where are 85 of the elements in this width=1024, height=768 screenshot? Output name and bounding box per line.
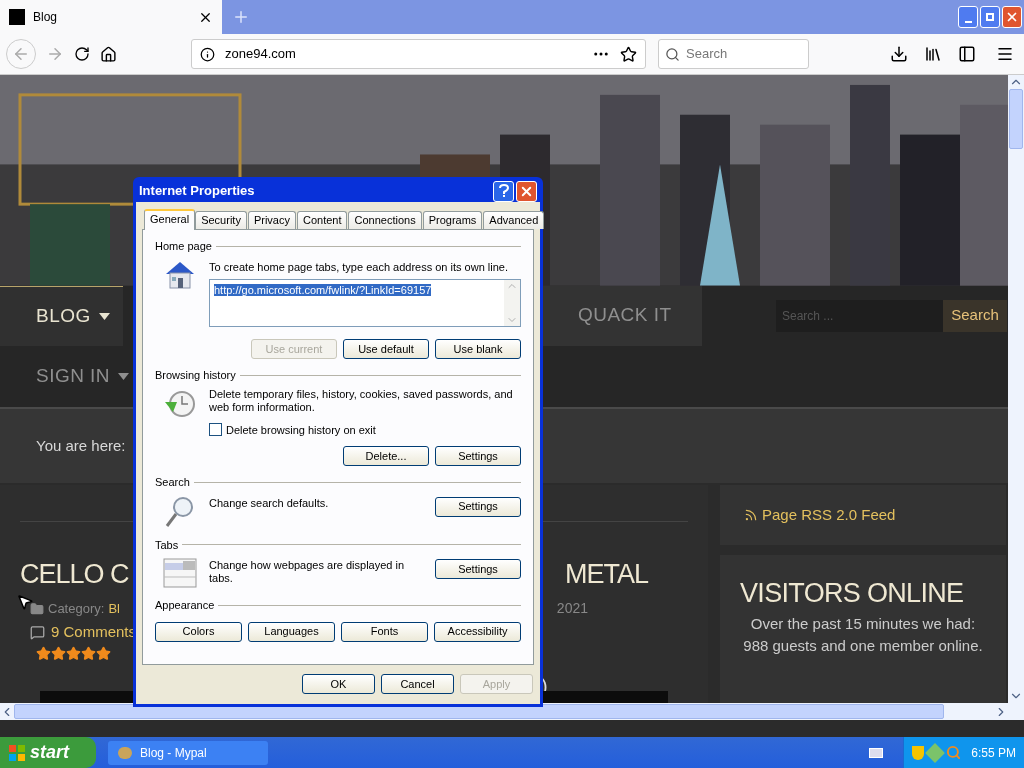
- library-icon[interactable]: [924, 45, 942, 63]
- section-title: Tabs: [155, 537, 179, 553]
- tab-title: Blog: [33, 9, 59, 26]
- dialog-button[interactable]: Settings: [435, 446, 521, 466]
- checkbox[interactable]: [209, 423, 222, 437]
- checkbox-label: Delete browsing history on exit: [226, 422, 376, 438]
- section-text: Change search defaults.: [209, 495, 330, 510]
- dialog-tab[interactable]: Content: [296, 211, 348, 229]
- mouse-pointer-icon: [16, 593, 34, 611]
- star-icon: [66, 645, 81, 661]
- dialog-button[interactable]: Use blank: [435, 339, 521, 359]
- download-icon[interactable]: [890, 45, 908, 63]
- caret-icon: [98, 312, 110, 320]
- home-page-field[interactable]: http://go.microsoft.com/fwlink/?LinkId=69157: [209, 279, 521, 327]
- sidebar-icon[interactable]: [958, 45, 976, 63]
- app-icon: [118, 746, 132, 759]
- dialog-button[interactable]: Accessibility: [434, 621, 521, 642]
- dialog-button[interactable]: Settings: [435, 496, 521, 517]
- search-field[interactable]: Search: [658, 39, 809, 69]
- browser-tab[interactable]: Blog: [0, 0, 222, 34]
- dialog-button[interactable]: Delete...: [343, 446, 429, 466]
- dialog-tab[interactable]: Advanced: [483, 211, 545, 229]
- caret-icon: [118, 372, 130, 380]
- section-title: Search: [155, 475, 190, 490]
- dialog-button[interactable]: Settings: [435, 559, 521, 579]
- clock: 6:55 PM: [971, 744, 1016, 762]
- dialog-tab[interactable]: Connections: [348, 211, 422, 229]
- folder-icon: [30, 601, 44, 616]
- close-window-icon[interactable]: [1002, 6, 1022, 28]
- menu-icon[interactable]: [996, 45, 1014, 63]
- dialog-button[interactable]: Use default: [343, 339, 429, 359]
- restore-icon[interactable]: [980, 6, 1000, 28]
- dialog-button[interactable]: Fonts: [341, 621, 428, 642]
- rss-icon: [744, 508, 758, 523]
- star-icon: [36, 645, 51, 661]
- bookmark-star-icon[interactable]: [620, 45, 637, 63]
- section-title: Appearance: [155, 598, 215, 613]
- search-placeholder: Search: [686, 45, 728, 64]
- dialog-button[interactable]: Cancel: [381, 674, 454, 694]
- star-icon: [51, 645, 66, 661]
- vertical-scrollbar[interactable]: [1008, 75, 1024, 720]
- dialog-tab[interactable]: Programs: [422, 211, 483, 229]
- dialog-tab[interactable]: Privacy: [247, 211, 296, 229]
- address-bar[interactable]: zone94.com: [191, 39, 646, 69]
- help-icon[interactable]: [493, 180, 514, 202]
- search-icon: [665, 46, 680, 62]
- site-search-button[interactable]: Search: [943, 299, 1007, 332]
- site-favicon-icon: [9, 9, 25, 25]
- star-icon: [96, 645, 111, 661]
- close-icon[interactable]: [516, 180, 537, 202]
- dialog-button[interactable]: OK: [302, 674, 375, 694]
- visitors-title: VISITORS ONLINE: [740, 577, 965, 611]
- comments-link[interactable]: 9 Comments: [51, 621, 137, 644]
- home-icon[interactable]: [100, 45, 117, 63]
- post-date: 2021: [556, 599, 588, 619]
- section-title: Home page: [155, 239, 212, 254]
- visitors-text: Over the past 15 minutes we had: 988 guests and one member online.: [742, 613, 984, 656]
- rss-link[interactable]: Page RSS 2.0 Feed: [762, 503, 896, 527]
- minimize-icon[interactable]: [958, 6, 978, 28]
- breadcrumb-label: You are here:: [36, 435, 126, 456]
- start-button[interactable]: start: [0, 737, 96, 768]
- dialog-tab[interactable]: General: [144, 209, 196, 230]
- category-label: Category:: [48, 599, 105, 618]
- post-title: CELLO C: [20, 560, 129, 588]
- dialog-button[interactable]: Languages: [248, 621, 335, 642]
- tabs-icon: [163, 557, 197, 589]
- dialog-tab[interactable]: Security: [195, 211, 247, 229]
- reload-icon[interactable]: [74, 46, 90, 62]
- section-text: To create home page tabs, type each address on its own line.: [209, 259, 509, 275]
- scrollbar-thumb[interactable]: [1009, 89, 1023, 149]
- post-title: METAL: [565, 560, 648, 588]
- category-link[interactable]: Bl: [108, 598, 120, 619]
- address-text: zone94.com: [225, 45, 297, 64]
- taskbar-task[interactable]: Blog - Mypal: [108, 740, 268, 765]
- section-text: Change how webpages are displayed in tabs.: [209, 558, 406, 585]
- star-icon: [81, 645, 96, 661]
- dialog-button[interactable]: Colors: [155, 621, 242, 642]
- windows-logo-icon: [8, 743, 26, 762]
- comment-icon: [30, 624, 45, 640]
- section-title: Browsing history: [155, 368, 236, 383]
- keyboard-icon[interactable]: [869, 747, 884, 758]
- window-title: Internet Properties: [139, 182, 255, 201]
- nav-link[interactable]: SIGN IN: [36, 361, 130, 391]
- section-text: Delete temporary files, history, cookies, saved passwords, and web form information.: [209, 387, 514, 414]
- info-icon[interactable]: [200, 46, 215, 62]
